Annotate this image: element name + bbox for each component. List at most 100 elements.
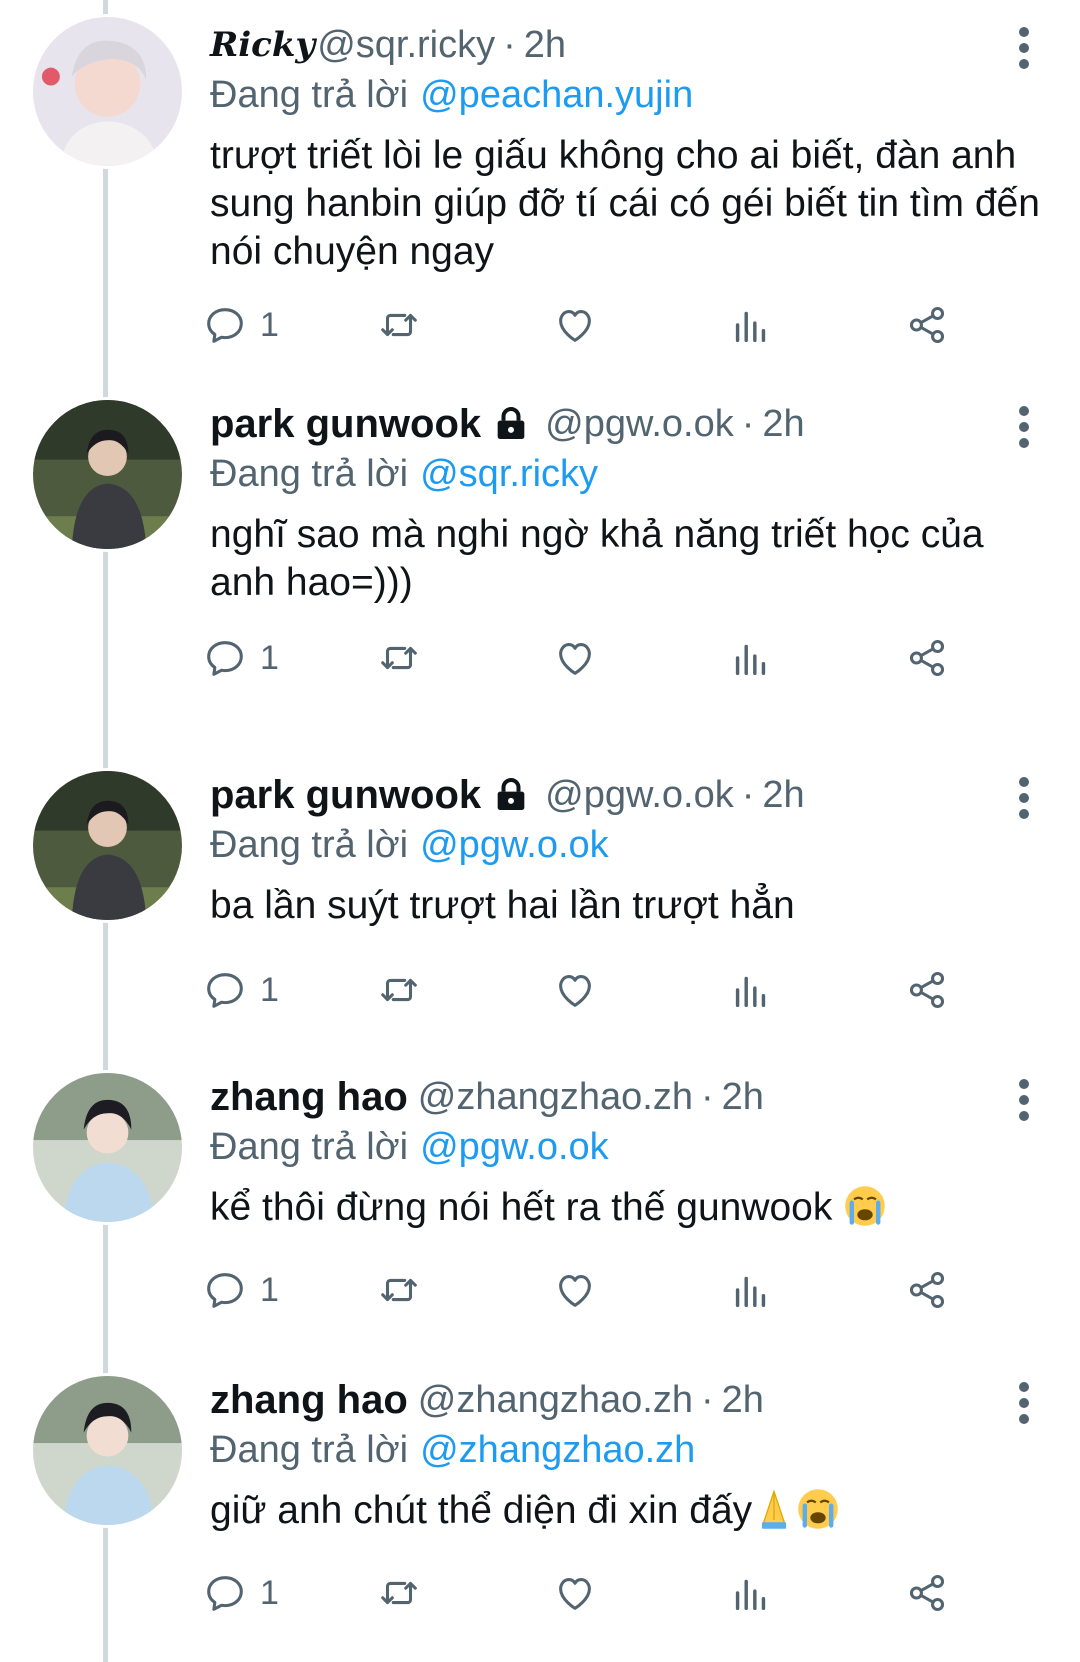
- action-bar: 1: [207, 1265, 1010, 1315]
- retweet-icon: [381, 646, 417, 670]
- action-bar: 1: [207, 633, 1010, 683]
- author-name[interactable]: park gunwook: [210, 773, 481, 818]
- retweet-icon: [381, 978, 417, 1002]
- share-icon: [909, 1574, 945, 1612]
- replying-to-label: Đang trả lời: [210, 823, 409, 866]
- author-handle[interactable]: @pgw.o.ok: [545, 774, 734, 817]
- reply-button[interactable]: 1: [202, 1568, 279, 1618]
- action-bar: 1: [207, 1568, 1010, 1618]
- replying-to-label: Đang trả lời: [210, 1428, 409, 1471]
- author-handle[interactable]: @zhangzhao.zh: [418, 1379, 693, 1422]
- share-icon: [909, 639, 945, 677]
- views-button[interactable]: [728, 300, 774, 350]
- replying-to-label: Đang trả lời: [210, 73, 409, 116]
- replying-to-mention[interactable]: @pgw.o.ok: [420, 824, 609, 867]
- tweet-text: nghĩ sao mà nghi ngờ khả năng triết học …: [210, 513, 984, 604]
- vertical-dots-icon[interactable]: [1016, 405, 1032, 449]
- avatar[interactable]: [30, 1373, 185, 1528]
- views-button[interactable]: [728, 633, 774, 683]
- reply-count: 1: [260, 638, 279, 677]
- timestamp[interactable]: 2h: [762, 403, 804, 446]
- avatar[interactable]: [30, 397, 185, 552]
- retweet-button[interactable]: [376, 965, 422, 1015]
- tweet-text-body: giữ anh chút thể diện đi xin đấy: [210, 1489, 753, 1532]
- reply-button[interactable]: 1: [202, 965, 279, 1015]
- bar-chart-icon: [735, 644, 766, 676]
- replying-to-mention[interactable]: @zhangzhao.zh: [420, 1429, 695, 1472]
- share-button[interactable]: [904, 1265, 950, 1315]
- retweet-button[interactable]: [376, 633, 422, 683]
- share-button[interactable]: [904, 300, 950, 350]
- reply-count: 1: [260, 1270, 279, 1309]
- reply-count: 1: [260, 970, 279, 1009]
- author-name[interactable]: zhang hao: [210, 1075, 408, 1120]
- replying-to-label: Đang trả lời: [210, 452, 409, 495]
- speech-bubble-icon: [207, 1273, 243, 1308]
- separator-dot: ·: [741, 402, 755, 445]
- replying-to-mention[interactable]: @pgw.o.ok: [420, 1126, 609, 1169]
- heart-icon: [559, 643, 591, 675]
- bar-chart-icon: [735, 1276, 766, 1308]
- timestamp[interactable]: 2h: [524, 24, 566, 67]
- tweet-text-body: kể thôi đừng nói hết ra thế gunwook: [210, 1186, 844, 1229]
- share-icon: [909, 971, 945, 1009]
- retweet-button[interactable]: [376, 1265, 422, 1315]
- replying-to-mention[interactable]: @peachan.yujin: [420, 74, 693, 117]
- share-button[interactable]: [904, 633, 950, 683]
- folded-hands-emoji-icon: [762, 1489, 787, 1529]
- like-button[interactable]: [552, 1265, 598, 1315]
- separator-dot: ·: [700, 1075, 714, 1118]
- share-button[interactable]: [904, 1568, 950, 1618]
- heart-icon: [559, 1275, 591, 1307]
- views-button[interactable]: [728, 1568, 774, 1618]
- replying-to-label: Đang trả lời: [210, 1125, 409, 1168]
- author-handle[interactable]: @zhangzhao.zh: [418, 1076, 693, 1119]
- retweet-icon: [381, 1581, 417, 1605]
- retweet-icon: [381, 313, 417, 337]
- retweet-icon: [381, 1278, 417, 1302]
- lock-icon: [497, 407, 525, 439]
- crying-face-emoji-icon: [798, 1489, 838, 1529]
- action-bar: 1: [207, 965, 1010, 1015]
- avatar[interactable]: [30, 768, 185, 923]
- speech-bubble-icon: [207, 641, 243, 676]
- avatar[interactable]: [30, 1070, 185, 1225]
- vertical-dots-icon[interactable]: [1016, 26, 1032, 70]
- separator-dot: ·: [503, 23, 516, 66]
- views-button[interactable]: [728, 965, 774, 1015]
- timestamp[interactable]: 2h: [762, 774, 804, 817]
- like-button[interactable]: [552, 965, 598, 1015]
- tweet-text: kể thôi đừng nói hết ra thế gunwook: [210, 1184, 1040, 1232]
- share-icon: [909, 306, 945, 344]
- retweet-button[interactable]: [376, 1568, 422, 1618]
- reply-button[interactable]: 1: [202, 300, 279, 350]
- tweet-text: ba lần suýt trượt hai lần trượt hẳn: [210, 884, 795, 927]
- share-icon: [909, 1271, 945, 1309]
- like-button[interactable]: [552, 633, 598, 683]
- author-name[interactable]: zhang hao: [210, 1378, 408, 1423]
- bar-chart-icon: [735, 1579, 766, 1611]
- author-name[interactable]: park gunwook: [210, 402, 481, 447]
- separator-dot: ·: [700, 1378, 714, 1421]
- vertical-dots-icon[interactable]: [1016, 1078, 1032, 1122]
- bar-chart-icon: [735, 976, 766, 1008]
- replying-to-mention[interactable]: @sqr.ricky: [420, 453, 598, 496]
- like-button[interactable]: [552, 300, 598, 350]
- lock-icon: [497, 778, 525, 810]
- avatar[interactable]: [30, 14, 185, 169]
- share-button[interactable]: [904, 965, 950, 1015]
- retweet-button[interactable]: [376, 300, 422, 350]
- like-button[interactable]: [552, 1568, 598, 1618]
- author-name[interactable]: Ricky: [210, 25, 315, 65]
- vertical-dots-icon[interactable]: [1016, 776, 1032, 820]
- timestamp[interactable]: 2h: [722, 1076, 764, 1119]
- author-handle[interactable]: @pgw.o.ok: [545, 403, 734, 446]
- vertical-dots-icon[interactable]: [1016, 1381, 1032, 1425]
- author-handle[interactable]: @sqr.ricky: [317, 24, 495, 67]
- views-button[interactable]: [728, 1265, 774, 1315]
- timestamp[interactable]: 2h: [722, 1379, 764, 1422]
- reply-count: 1: [260, 1573, 279, 1612]
- reply-button[interactable]: 1: [202, 1265, 279, 1315]
- heart-icon: [559, 310, 591, 342]
- reply-button[interactable]: 1: [202, 633, 279, 683]
